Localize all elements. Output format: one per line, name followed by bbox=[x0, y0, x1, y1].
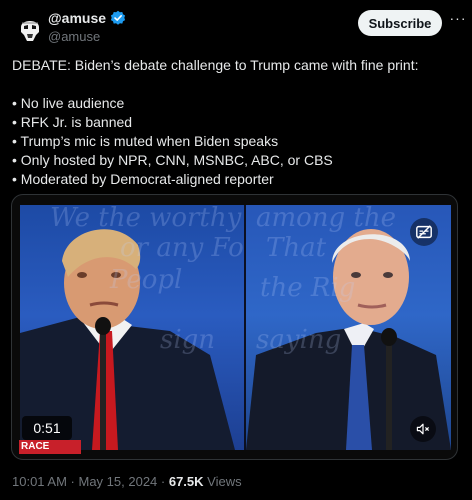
backdrop-script: the Rig bbox=[260, 273, 356, 303]
backdrop-script: Peopl bbox=[110, 265, 183, 295]
tweet-bullet: • RFK Jr. is banned bbox=[12, 114, 133, 130]
tweet-bullet: • Only hosted by NPR, CNN, MSNBC, ABC, o… bbox=[12, 152, 333, 168]
avatar[interactable] bbox=[12, 10, 48, 46]
video-frame[interactable]: We the worthy or any Fo Peopl sign among… bbox=[20, 205, 451, 450]
backdrop-script: We the worthy bbox=[50, 205, 242, 233]
subscribe-button[interactable]: Subscribe bbox=[358, 10, 442, 36]
tweet-bullet: • No live audience bbox=[12, 95, 125, 111]
backdrop-script: among the bbox=[256, 205, 397, 233]
views-label: Views bbox=[203, 474, 242, 489]
tweet-bullet: • Trump’s mic is muted when Biden speaks bbox=[12, 133, 279, 149]
tweet-header: @amuse @amuse Subscribe ··· bbox=[12, 8, 466, 48]
more-options-icon[interactable]: ··· bbox=[449, 11, 467, 30]
backdrop-script: saying bbox=[256, 325, 342, 355]
stormtrooper-avatar-icon bbox=[12, 10, 48, 46]
backdrop-script: That bbox=[266, 233, 327, 263]
broadcast-banner: RACE bbox=[19, 440, 81, 454]
name-row: @amuse bbox=[48, 10, 126, 26]
backdrop-script: or any Fo bbox=[120, 233, 244, 263]
meta-separator: · bbox=[66, 474, 79, 489]
meta-separator: · bbox=[157, 474, 169, 489]
tweet-bullet: • Moderated by Democrat-aligned reporter bbox=[12, 171, 274, 187]
tweet-meta: 10:01 AM · May 15, 2024 · 67.5K Views bbox=[12, 474, 242, 489]
author-handle[interactable]: @amuse bbox=[48, 29, 100, 44]
speaker-muted-icon[interactable] bbox=[410, 416, 436, 442]
captions-icon[interactable] bbox=[410, 218, 438, 246]
tweet-text: DEBATE: Biden’s debate challenge to Trum… bbox=[12, 56, 460, 189]
video-player[interactable]: We the worthy or any Fo Peopl sign among… bbox=[11, 194, 458, 460]
verified-badge-icon bbox=[110, 10, 126, 26]
video-split-left: We the worthy or any Fo Peopl sign bbox=[20, 205, 244, 450]
post-time[interactable]: 10:01 AM bbox=[12, 474, 67, 489]
backdrop-script: sign bbox=[160, 325, 216, 355]
author-display-name[interactable]: @amuse bbox=[48, 10, 106, 26]
video-duration: 0:51 bbox=[22, 416, 72, 440]
post-date[interactable]: May 15, 2024 bbox=[79, 474, 158, 489]
tweet-headline: DEBATE: Biden’s debate challenge to Trum… bbox=[12, 57, 419, 73]
views-count[interactable]: 67.5K bbox=[169, 474, 204, 489]
